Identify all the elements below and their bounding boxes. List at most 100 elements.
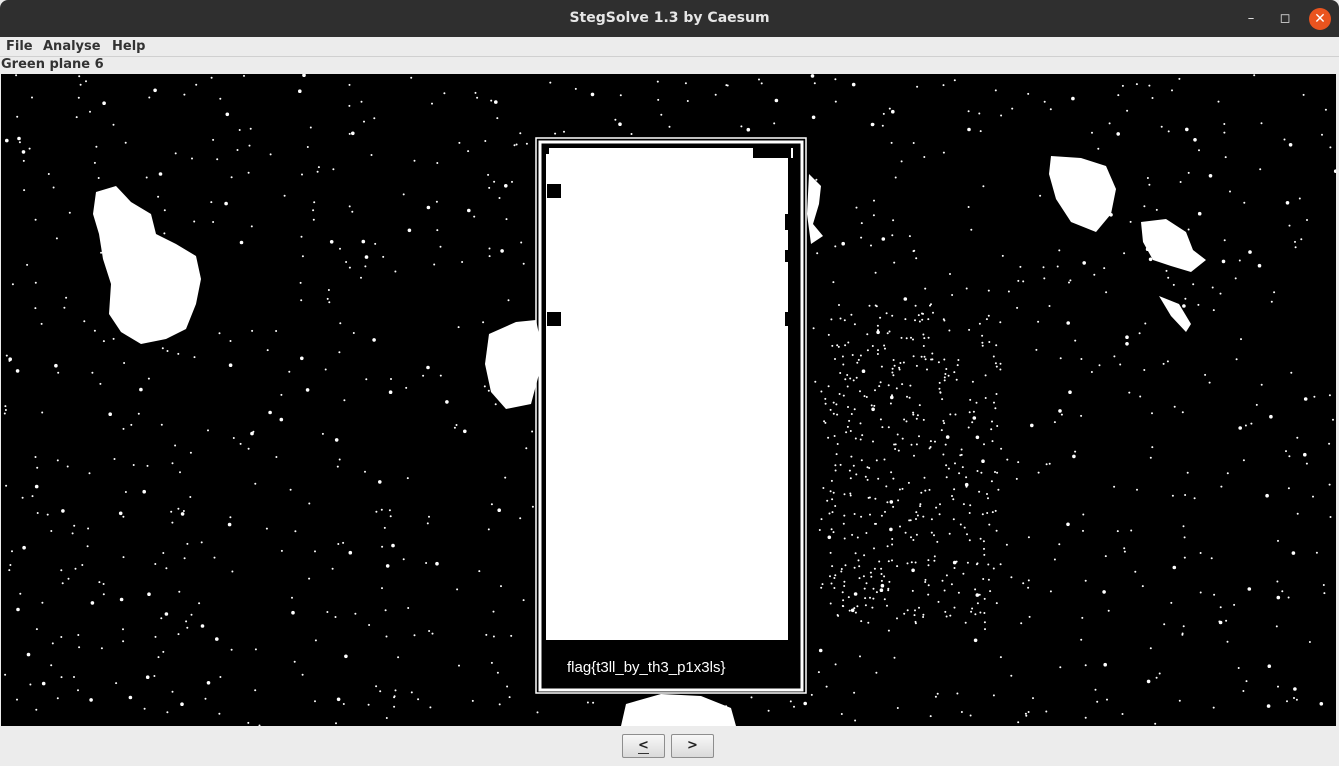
noise-speck <box>510 634 513 637</box>
noise-speck <box>87 527 90 530</box>
menu-file[interactable]: File <box>6 39 33 54</box>
noise-speck <box>249 127 252 130</box>
noise-speck <box>364 265 367 268</box>
noise-speck <box>851 533 854 536</box>
noise-speck <box>894 448 897 450</box>
noise-speck <box>922 616 925 618</box>
noise-speck <box>1121 84 1124 87</box>
noise-speck <box>100 647 103 650</box>
noise-speck <box>1108 122 1111 125</box>
noise-speck <box>456 588 459 591</box>
noise-speck <box>1306 219 1308 221</box>
noise-speck <box>861 369 866 374</box>
noise-speck <box>1273 291 1276 294</box>
noise-speck <box>999 362 1002 365</box>
noise-speck <box>869 571 872 574</box>
next-plane-button[interactable]: > <box>671 734 714 758</box>
noise-speck <box>839 317 842 320</box>
noise-speck <box>1181 632 1184 635</box>
noise-speck <box>854 611 857 614</box>
noise-speck <box>965 476 968 479</box>
noise-speck <box>348 266 351 269</box>
noise-speck <box>515 143 518 146</box>
noise-speck <box>166 350 169 352</box>
noise-speck <box>953 567 956 569</box>
noise-speck <box>894 443 897 446</box>
noise-speck <box>1229 190 1231 193</box>
noise-speck <box>363 120 365 123</box>
noise-speck <box>953 488 956 491</box>
noise-speck <box>1199 552 1202 554</box>
noise-speck <box>1138 332 1141 335</box>
noise-speck <box>78 75 81 78</box>
next-label: > <box>687 738 698 753</box>
noise-speck <box>833 577 836 579</box>
noise-speck <box>108 412 112 417</box>
noise-speck <box>247 721 250 724</box>
noise-speck <box>923 156 926 158</box>
noise-speck <box>458 664 460 667</box>
noise-speck <box>494 100 498 104</box>
close-icon[interactable]: ✕ <box>1309 8 1331 30</box>
noise-speck <box>847 596 850 599</box>
noise-speck <box>1212 309 1215 312</box>
noise-speck <box>189 496 192 498</box>
noise-speck <box>976 562 979 565</box>
noise-speck <box>943 358 946 361</box>
noise-speck <box>859 438 862 441</box>
noise-speck <box>919 505 922 508</box>
noise-speck <box>148 96 151 99</box>
noise-speck <box>1146 177 1149 179</box>
noise-speck <box>314 639 317 642</box>
noise-speck <box>4 405 7 408</box>
noise-speck <box>301 255 304 258</box>
noise-speck <box>1116 530 1119 533</box>
noise-speck <box>854 437 857 440</box>
noise-speck <box>379 690 382 693</box>
noise-speck <box>831 511 834 514</box>
noise-speck <box>983 621 986 624</box>
noise-speck <box>370 154 373 156</box>
noise-speck <box>915 364 918 367</box>
minimize-icon[interactable]: – <box>1241 9 1261 29</box>
noise-speck <box>1179 181 1182 183</box>
noise-speck <box>875 591 878 594</box>
noise-speck <box>165 567 168 570</box>
noise-speck <box>824 421 827 424</box>
noise-speck <box>860 222 863 225</box>
noise-speck <box>848 469 851 472</box>
noise-speck <box>847 341 850 344</box>
noise-speck <box>842 363 845 366</box>
noise-speck <box>153 675 156 677</box>
noise-speck <box>1182 525 1185 528</box>
noise-speck <box>1247 587 1252 591</box>
menu-help[interactable]: Help <box>112 39 145 54</box>
noise-speck <box>929 440 932 443</box>
noise-speck <box>924 489 927 492</box>
noise-speck <box>34 281 37 284</box>
noise-speck <box>872 597 875 600</box>
noise-speck <box>1240 338 1242 341</box>
noise-speck <box>874 271 877 274</box>
noise-speck <box>1173 405 1176 408</box>
noise-speck <box>853 513 856 515</box>
noise-speck <box>154 563 157 565</box>
noise-speck <box>864 604 867 607</box>
noise-speck <box>953 371 956 374</box>
noise-speck <box>860 236 863 239</box>
noise-speck <box>1291 551 1296 555</box>
noise-speck <box>829 602 832 605</box>
noise-speck <box>954 413 957 416</box>
noise-speck <box>1066 522 1070 527</box>
menu-analyse[interactable]: Analyse <box>43 39 101 54</box>
maximize-icon[interactable]: ◻ <box>1275 9 1295 29</box>
noise-speck <box>995 602 998 605</box>
noise-speck <box>891 367 894 370</box>
noise-speck <box>852 379 855 382</box>
noise-speck <box>1199 591 1202 594</box>
noise-speck <box>41 681 46 686</box>
noise-speck <box>5 484 8 487</box>
noise-speck <box>171 690 174 693</box>
noise-speck <box>67 577 70 580</box>
previous-plane-button[interactable]: < <box>622 734 665 758</box>
